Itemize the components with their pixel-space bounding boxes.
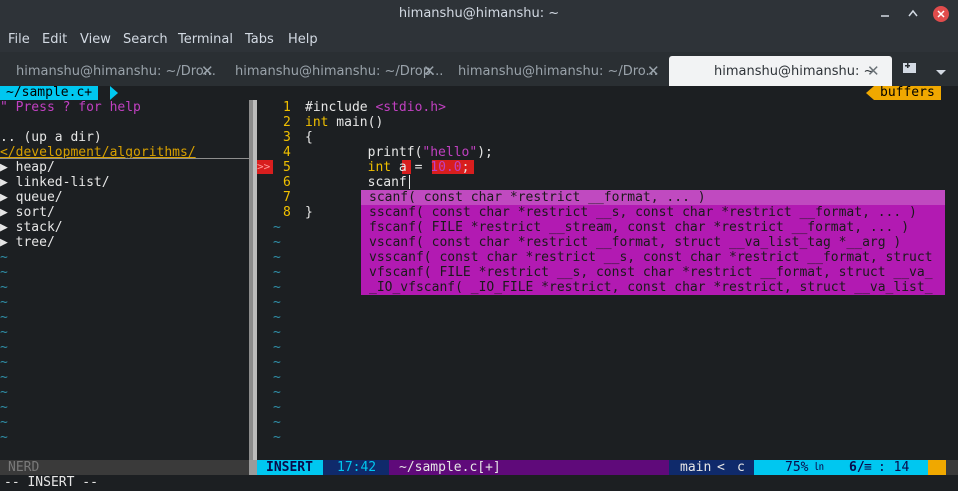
tab-label: himanshu@himanshu: ~/Dro...	[16, 64, 216, 79]
dir-name: stack/	[15, 220, 63, 235]
mode-indicator: INSERT	[257, 460, 323, 475]
sep-arrow-icon	[754, 460, 768, 475]
terminal-area[interactable]: ~/sample.c+ buffers " Press ? for help .…	[0, 86, 958, 491]
vim-statusline: NERD INSERT 17:42 ~/sample.c[+] main < c…	[0, 460, 958, 475]
nerdtree-dir[interactable]: ▶ linked-list/	[0, 175, 110, 190]
line-number: 7	[283, 190, 291, 205]
code-line-6[interactable]: scanf	[305, 175, 407, 190]
tab-arrow-icon	[110, 86, 118, 100]
nerdtree-dir[interactable]: ▶ sort/	[0, 205, 55, 220]
menu-tabs[interactable]: Tabs	[245, 32, 274, 47]
tab-close-icon[interactable]: ✕	[647, 62, 660, 80]
completion-item[interactable]: _IO_vfscanf( _IO_FILE *restrict, const c…	[369, 280, 933, 295]
nerdtree-dir[interactable]: ▶ tree/	[0, 235, 55, 250]
line-number-icon: ㏑	[814, 460, 834, 475]
close-icon[interactable]	[933, 6, 949, 22]
code-line-2[interactable]: int main()	[305, 115, 383, 130]
completion-item[interactable]: vscanf( const char *restrict __format, s…	[369, 235, 901, 250]
menu-view[interactable]: View	[80, 32, 111, 47]
code-line-3[interactable]: {	[305, 130, 313, 145]
completion-item[interactable]: vfscanf( FILE *restrict __s, const char …	[369, 265, 933, 280]
minimize-icon[interactable]	[877, 6, 893, 22]
line-number: 6	[283, 175, 291, 190]
error-sign: >>	[257, 160, 273, 174]
dir-name: heap/	[15, 160, 55, 175]
buffers-arrow-icon	[866, 86, 874, 100]
warning-segment	[928, 460, 946, 475]
nerdtree-dir[interactable]: ▶ queue/	[0, 190, 63, 205]
menu-help[interactable]: Help	[288, 32, 318, 47]
code-line-1[interactable]: #include <stdio.h>	[305, 100, 446, 115]
terminal-tab-2[interactable]: himanshu@himanshu: ~/Drop... ✕	[222, 56, 445, 86]
maximize-icon[interactable]	[905, 6, 921, 22]
nerdtree-help: " Press ? for help	[0, 100, 141, 115]
vim-cmdline: -- INSERT --	[4, 475, 98, 490]
git-branch: main	[669, 460, 717, 475]
line-number: 8	[283, 205, 291, 220]
tab-label: himanshu@himanshu: ~/Drop...	[235, 64, 444, 79]
code-line-4[interactable]: printf("hello");	[305, 145, 493, 160]
cursor-line-pos: 6/8	[834, 460, 872, 475]
window-titlebar: himanshu@himanshu: ~	[0, 0, 958, 28]
buffer-empty-lines: ~ ~ ~ ~ ~ ~ ~ ~ ~ ~ ~ ~ ~ ~ ~	[273, 220, 281, 445]
completion-item[interactable]: sscanf( const char *restrict __s, const …	[369, 205, 917, 220]
file-name: ~/sample.c[+]	[389, 460, 669, 475]
menu-bar: File Edit View Search Terminal Tabs Help	[0, 28, 958, 52]
nerdtree-dir[interactable]: ▶ stack/	[0, 220, 63, 235]
nerdtree-dir[interactable]: ▶ heap/	[0, 160, 55, 175]
dir-name: linked-list/	[15, 175, 110, 190]
menu-terminal[interactable]: Terminal	[178, 32, 233, 47]
cursor-col-pos: : 14	[876, 460, 928, 475]
tab-close-icon[interactable]: ✕	[201, 62, 214, 80]
menu-file[interactable]: File	[8, 32, 30, 47]
split-status-sep	[249, 460, 257, 475]
tab-label: himanshu@himanshu: ~	[714, 64, 875, 79]
terminal-tab-1[interactable]: himanshu@himanshu: ~/Dro... ✕	[0, 56, 222, 86]
code-line-8[interactable]: }	[305, 205, 313, 220]
dir-name: queue/	[15, 190, 63, 205]
chevron-down-icon[interactable]	[935, 66, 947, 75]
terminal-tab-3[interactable]: himanshu@himanshu: ~/Dro... ✕	[445, 56, 667, 86]
scroll-percent: 75%	[768, 460, 814, 475]
file-type: c	[732, 460, 754, 475]
line-number: 3	[283, 130, 291, 145]
line-number: 5	[283, 160, 291, 175]
chevron-left-icon: <	[717, 460, 732, 475]
nerdtree-up-dir[interactable]: .. (up a dir)	[0, 130, 102, 145]
completion-popup[interactable]: scanf( const char *restrict __format, ..…	[361, 190, 945, 295]
code-line-5[interactable]: int a = 10.0;	[305, 160, 470, 175]
terminal-tab-bar: himanshu@himanshu: ~/Dro... ✕ himanshu@h…	[0, 52, 958, 86]
new-tab-icon[interactable]	[902, 61, 918, 75]
cursor-line	[0, 158, 249, 159]
time-indicator: 17:42	[327, 460, 389, 475]
tab-close-icon[interactable]: ✕	[423, 62, 436, 80]
nerdtree-status: NERD	[0, 460, 249, 475]
vim-tab-current[interactable]: ~/sample.c+	[0, 86, 99, 100]
completion-item[interactable]: fscanf( FILE *restrict __stream, const c…	[369, 220, 909, 235]
menu-search[interactable]: Search	[123, 32, 168, 47]
buffers-label: buffers	[874, 86, 941, 100]
tab-label: himanshu@himanshu: ~/Dro...	[458, 64, 658, 79]
text-cursor	[409, 175, 410, 189]
dir-name: tree/	[15, 235, 55, 250]
dir-name: sort/	[15, 205, 55, 220]
line-number: 4	[283, 145, 291, 160]
completion-item[interactable]: scanf( const char *restrict __format, ..…	[369, 190, 706, 205]
window-title: himanshu@himanshu: ~	[398, 6, 560, 21]
nerdtree-empty-lines: ~ ~ ~ ~ ~ ~ ~ ~ ~ ~ ~ ~ ~	[0, 250, 8, 445]
line-number: 2	[283, 115, 291, 130]
vertical-split-inner	[253, 100, 257, 460]
completion-item[interactable]: vsscanf( const char *restrict __s, const…	[369, 250, 933, 265]
menu-edit[interactable]: Edit	[42, 32, 67, 47]
line-number: 1	[283, 100, 291, 115]
column-icon: ≡	[864, 460, 876, 475]
terminal-tab-4[interactable]: himanshu@himanshu: ~ ✕	[669, 56, 892, 86]
tab-close-icon[interactable]: ✕	[867, 62, 880, 80]
